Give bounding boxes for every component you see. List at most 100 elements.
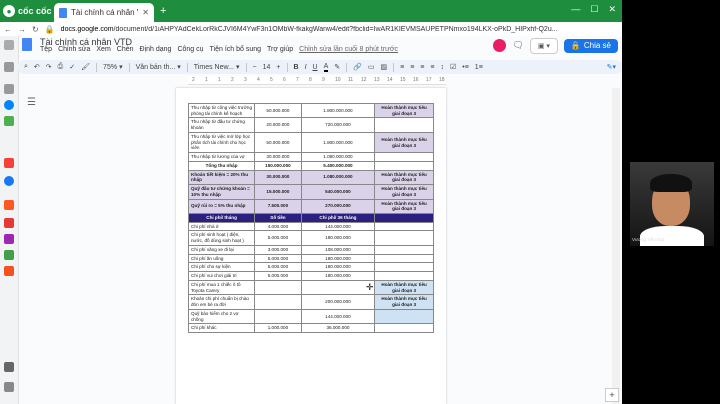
link-icon[interactable]: 🔗	[353, 63, 362, 71]
sidebar-history-icon[interactable]	[4, 62, 14, 72]
app-icon-5[interactable]	[4, 266, 14, 276]
underline-button[interactable]: U	[313, 64, 318, 71]
text-color-button[interactable]: A	[323, 63, 329, 72]
maximize-icon[interactable]: ☐	[590, 4, 598, 15]
toolbar-separator	[186, 62, 188, 72]
sidebar-clock-icon[interactable]	[4, 40, 14, 50]
align-justify-icon[interactable]: ≡	[430, 64, 434, 71]
vertical-scrollbar[interactable]	[612, 88, 620, 404]
back-icon[interactable]: ←	[4, 25, 12, 34]
ruler-tick: 17	[426, 77, 432, 83]
menu-insert[interactable]: Chèn	[117, 46, 134, 58]
url-field[interactable]: docs.google.com/document/d/1iAHPYAdCekLo…	[61, 26, 622, 33]
numbered-list-icon[interactable]: 1≡	[475, 64, 483, 71]
meet-button[interactable]: ▣ ▾	[529, 37, 558, 54]
app-icon-3[interactable]	[4, 234, 14, 244]
game-icon[interactable]	[4, 116, 14, 126]
app-icon-4[interactable]	[4, 250, 14, 260]
font-select[interactable]: Times New... ▾	[194, 63, 240, 72]
menu-edit[interactable]: Chỉnh sửa	[58, 46, 90, 58]
horizontal-ruler[interactable]: 2 1 1 2 3 4 5 6 7 8 9 10 11 12 13 14 15 16 17 18	[188, 76, 446, 85]
align-center-icon[interactable]: ≡	[410, 64, 414, 71]
monthly-amount-cell: 5.000.000	[254, 271, 302, 281]
checklist-icon[interactable]: ☑	[450, 63, 456, 71]
menu-addons[interactable]: Tiện ích bổ sung	[210, 46, 262, 58]
close-window-icon[interactable]: ✕	[608, 4, 616, 15]
document-outline-icon[interactable]: ☰	[27, 97, 36, 108]
style-select[interactable]: Văn bản th... ▾	[136, 63, 181, 72]
minimize-icon[interactable]: —	[571, 4, 580, 15]
bold-button[interactable]: B	[294, 64, 299, 71]
share-label: Chia sẻ	[583, 41, 611, 50]
font-size-value[interactable]: 14	[263, 64, 271, 71]
row-label-cell: Thu nhập từ đầu tư chứng khoán	[187, 117, 256, 133]
italic-button[interactable]: I	[305, 64, 307, 71]
app-icon-2[interactable]	[4, 218, 14, 228]
finance-table: Thu nhập từ công việc trường phòng tài c…	[187, 102, 434, 334]
fund-row: Khoản tiết kiệm = 20% thu nhập 30.000.000…	[187, 169, 434, 186]
undo-icon[interactable]: ↶	[34, 63, 40, 71]
sidebar-download-icon[interactable]	[4, 84, 14, 94]
notification-bell-icon[interactable]	[4, 362, 14, 372]
menu-format[interactable]: Định dạng	[140, 46, 172, 58]
font-size-increase-icon[interactable]: +	[276, 64, 280, 71]
forward-icon[interactable]: →	[18, 25, 26, 34]
collaborator-avatar[interactable]	[493, 39, 507, 52]
row-label-cell: Quỹ bảo hiểm cho 2 vợ chồng	[187, 308, 256, 325]
editing-mode-icon[interactable]: ✎▾	[607, 63, 616, 71]
comment-icon[interactable]: 🗨	[512, 40, 523, 51]
shopping-icon[interactable]	[4, 158, 14, 168]
search-menus-icon[interactable]: ⌕	[24, 63, 28, 71]
expense-row: Chi phí cho sự kiện 5.000.000 180.000.000	[187, 262, 434, 273]
browser-tab-docs[interactable]: Tài chính cá nhân VTD - Go... ✕	[54, 3, 154, 22]
highlight-icon[interactable]: ✎	[334, 63, 340, 71]
bullet-list-icon[interactable]: •≡	[462, 64, 469, 71]
align-left-icon[interactable]: ≡	[400, 64, 404, 71]
redo-icon[interactable]: ↷	[46, 63, 52, 71]
font-size-decrease-icon[interactable]: −	[253, 64, 257, 71]
document-page[interactable]: Thu nhập từ công việc trường phòng tài c…	[176, 88, 446, 404]
share-button[interactable]: 🔒 Chia sẻ	[563, 38, 618, 53]
menu-help[interactable]: Trợ giúp	[267, 46, 293, 58]
ruler-tick: 2	[192, 77, 195, 83]
row-label-cell: Khoản tiết kiệm = 20% thu nhập	[187, 169, 256, 186]
tab-close-icon[interactable]: ✕	[142, 8, 149, 17]
docs-header-actions: 🗨 ▣ ▾ 🔒 Chia sẻ	[493, 37, 618, 54]
explore-button-icon[interactable]: +	[605, 388, 619, 402]
menu-file[interactable]: Tệp	[40, 46, 52, 58]
expense-row: Chi phí khác 1.000.000 36.000.000	[187, 323, 434, 334]
row-label-cell: Thu nhập từ công việc trường phòng tài c…	[187, 102, 256, 119]
app-icon-1[interactable]	[4, 200, 14, 210]
ruler-tick: 7	[296, 77, 299, 83]
messenger-icon[interactable]	[4, 100, 14, 110]
status-cell: Hoàn thành mục tiêu giai đoạn 3	[374, 198, 434, 215]
monthly-amount-cell: 30.000.000	[254, 152, 302, 162]
expense-row: Quỹ bảo hiểm cho 2 vợ chồng 144.000.000	[187, 308, 434, 325]
menu-tools[interactable]: Công cụ	[177, 46, 203, 58]
sidebar-more-icon[interactable]	[4, 382, 14, 392]
lock-icon[interactable]: 🔒	[45, 25, 55, 34]
paint-format-icon[interactable]: 🖌	[81, 63, 90, 71]
facebook-icon[interactable]	[4, 176, 14, 186]
expense-header-row: Chi phí/ tháng Số tiền Chi phí/ 36 tháng	[187, 213, 434, 223]
spellcheck-icon[interactable]: ✓	[69, 63, 75, 71]
add-comment-icon[interactable]: ▭	[368, 63, 375, 71]
last-edit-link[interactable]: Chỉnh sửa lần cuối 8 phút trước	[299, 46, 398, 58]
address-bar: ← → ↻ 🔒 docs.google.com/document/d/1iAHP…	[0, 22, 622, 36]
align-right-icon[interactable]: ≡	[420, 64, 424, 71]
line-spacing-icon[interactable]: ↕	[440, 64, 444, 71]
total-amount-cell: 108.000.000	[300, 244, 376, 255]
monthly-amount-cell: 20.000.000	[254, 117, 302, 133]
reload-icon[interactable]: ↻	[32, 25, 39, 34]
image-icon[interactable]: ▨	[380, 63, 387, 71]
browser-brand[interactable]: ● cốc cốc	[3, 3, 52, 19]
zoom-select[interactable]: 75% ▾	[103, 63, 123, 72]
income-row: Thu nhập từ lương của vợ 30.000.000 1.080.…	[187, 152, 434, 162]
menu-view[interactable]: Xem	[96, 46, 110, 58]
browser-sidebar	[0, 36, 19, 404]
ruler-tick: 9	[322, 77, 325, 83]
browser-window: ● cốc cốc Tài chính cá nhân VTD - Go... …	[0, 0, 622, 404]
google-docs-logo-icon[interactable]	[22, 38, 32, 51]
new-tab-icon[interactable]: +	[160, 5, 166, 17]
print-icon[interactable]: ⎙	[58, 63, 64, 71]
